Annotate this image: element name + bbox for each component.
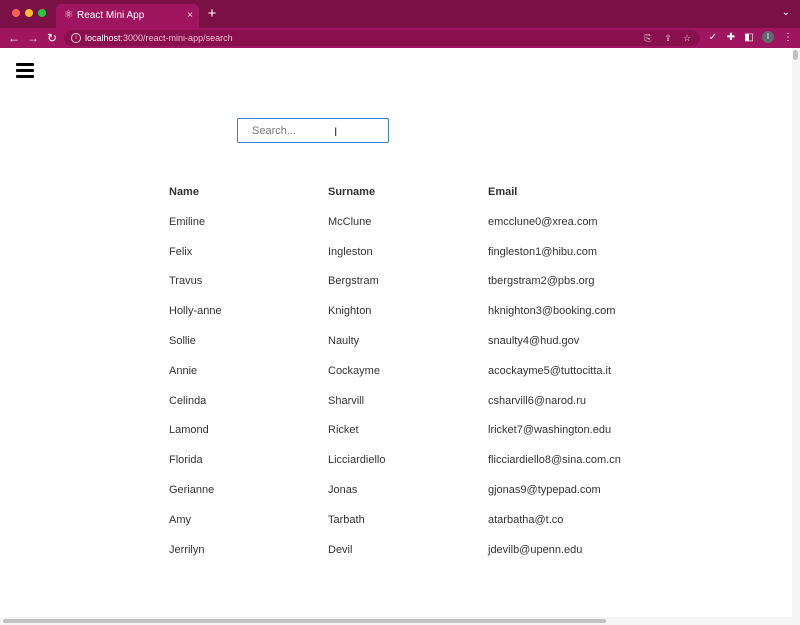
- vertical-scroll-thumb[interactable]: [793, 50, 798, 60]
- tab-search-menu-icon[interactable]: ⌄: [782, 7, 790, 18]
- cell-name: Sollie: [169, 334, 196, 347]
- forward-icon[interactable]: →: [26, 30, 40, 46]
- cell-surname: Bergstram: [328, 275, 379, 288]
- cell-email: gjonas9@typepad.com: [488, 483, 601, 496]
- header-surname: Surname: [328, 186, 376, 198]
- cell-surname: Naulty: [328, 334, 360, 347]
- browser-tab[interactable]: ⚛ React Mini App ×: [56, 4, 199, 28]
- react-icon: ⚛: [63, 9, 74, 21]
- cell-name: Jerrilyn: [169, 543, 205, 556]
- cell-name: Annie: [169, 364, 198, 377]
- cell-name: Celinda: [169, 394, 207, 407]
- cell-name: Felix: [169, 245, 193, 258]
- minimize-window-button[interactable]: [25, 9, 33, 17]
- cell-email: hknighton3@booking.com: [488, 305, 616, 318]
- site-info-icon[interactable]: i: [71, 33, 81, 43]
- cell-email: emcclune0@xrea.com: [488, 215, 598, 228]
- cell-surname: Tarbath: [328, 513, 365, 526]
- table-row: Annie Cockayme acockayme5@tuttocitta.it: [169, 364, 649, 394]
- cell-surname: Jonas: [328, 483, 358, 496]
- table-header-row: Name Surname Email: [169, 185, 649, 215]
- cell-email: jdevilb@upenn.edu: [488, 543, 583, 556]
- table-row: Holly-anne Knighton hknighton3@booking.com: [169, 304, 649, 334]
- reload-icon[interactable]: ↻: [45, 30, 59, 46]
- table-row: Travus Bergstram tbergstram2@pbs.org: [169, 274, 649, 304]
- table-row: Celinda Sharvill csharvill6@narod.ru: [169, 394, 649, 424]
- table-row: Jerrilyn Devil jdevilb@upenn.edu: [169, 543, 649, 573]
- menu-hamburger-icon[interactable]: [16, 62, 34, 78]
- cell-email: fingleston1@hibu.com: [488, 245, 598, 258]
- new-tab-button[interactable]: +: [205, 6, 219, 22]
- header-name: Name: [169, 186, 199, 198]
- back-icon[interactable]: ←: [7, 30, 21, 46]
- browser-toolbar: ← → ↻ i localhost:3000/react-mini-app/se…: [0, 28, 800, 48]
- cell-email: lricket7@washington.edu: [488, 424, 612, 437]
- cell-name: Gerianne: [169, 483, 215, 496]
- cell-name: Amy: [169, 513, 191, 526]
- table-row: Lamond Ricket lricket7@washington.edu: [169, 423, 649, 453]
- horizontal-scroll-thumb[interactable]: [3, 619, 606, 623]
- cell-surname: Cockayme: [328, 364, 380, 377]
- browser-tab-bar: ⚛ React Mini App × + ⌄: [0, 0, 800, 28]
- cell-surname: Devil: [328, 543, 353, 556]
- users-table: Name Surname Email Emiline McClune emcclun…: [169, 185, 649, 572]
- address-bar[interactable]: i localhost:3000/react-mini-app/search ⎘…: [64, 30, 700, 46]
- cell-email: atarbatha@t.co: [488, 513, 564, 526]
- close-tab-icon[interactable]: ×: [187, 9, 193, 22]
- cell-name: Florida: [169, 454, 203, 467]
- cell-surname: Knighton: [328, 305, 372, 318]
- cell-surname: Licciardiello: [328, 454, 386, 467]
- search-input[interactable]: [237, 118, 389, 143]
- side-panel-icon[interactable]: ◧: [742, 31, 756, 45]
- table-row: Gerianne Jonas gjonas9@typepad.com: [169, 483, 649, 513]
- translate-icon[interactable]: ⎘: [642, 32, 654, 44]
- horizontal-scrollbar[interactable]: [0, 617, 800, 625]
- cell-email: snaulty4@hud.gov: [488, 334, 580, 347]
- table-row: Felix Ingleston fingleston1@hibu.com: [169, 245, 649, 275]
- cell-email: flicciardiello8@sina.com.cn: [488, 454, 621, 467]
- profile-avatar[interactable]: I: [762, 31, 774, 43]
- table-row: Emiline McClune emcclune0@xrea.com: [169, 215, 649, 245]
- maximize-window-button[interactable]: [38, 9, 46, 17]
- browser-menu-icon[interactable]: ⋮: [781, 31, 795, 45]
- cell-surname: Ricket: [328, 424, 359, 437]
- table-row: Florida Licciardiello flicciardiello8@sina…: [169, 453, 649, 483]
- extension-check-icon[interactable]: ✓: [706, 31, 720, 45]
- bookmark-star-icon[interactable]: ☆: [681, 32, 693, 44]
- extensions-puzzle-icon[interactable]: ✚: [724, 31, 738, 45]
- cell-email: acockayme5@tuttocitta.it: [488, 364, 612, 377]
- cell-surname: Ingleston: [328, 245, 373, 258]
- close-window-button[interactable]: [12, 9, 20, 17]
- url-text[interactable]: localhost:3000/react-mini-app/search: [85, 32, 233, 44]
- cell-name: Emiline: [169, 215, 206, 228]
- tab-title: React Mini App: [77, 10, 145, 21]
- vertical-scrollbar[interactable]: [792, 48, 800, 620]
- cell-surname: Sharvill: [328, 394, 365, 407]
- cell-name: Lamond: [169, 424, 209, 437]
- url-path: :3000/react-mini-app/search: [120, 33, 233, 43]
- table-row: Sollie Naulty snaulty4@hud.gov: [169, 334, 649, 364]
- cell-name: Travus: [169, 275, 203, 288]
- cell-surname: McClune: [328, 215, 372, 228]
- header-email: Email: [488, 186, 518, 198]
- url-host: localhost: [85, 33, 121, 43]
- cell-name: Holly-anne: [169, 305, 222, 318]
- cell-email: tbergstram2@pbs.org: [488, 275, 595, 288]
- table-row: Amy Tarbath atarbatha@t.co: [169, 513, 649, 543]
- cell-email: csharvill6@narod.ru: [488, 394, 586, 407]
- share-icon[interactable]: ⇪: [662, 32, 674, 44]
